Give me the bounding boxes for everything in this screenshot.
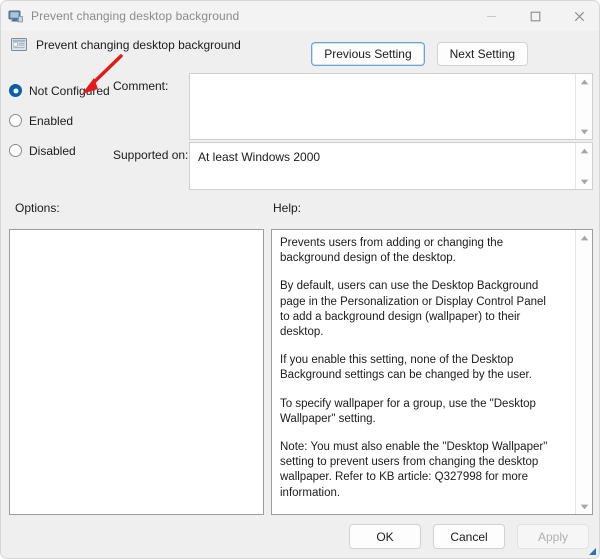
radio-label-enabled: Enabled: [29, 113, 74, 128]
supported-on-label: Supported on:: [113, 148, 189, 162]
help-paragraph: By default, users can use the Desktop Ba…: [280, 280, 546, 339]
policy-header: Prevent changing desktop background: [11, 37, 241, 53]
cancel-button[interactable]: Cancel: [433, 524, 505, 549]
supported-on-box[interactable]: At least Windows 2000: [189, 142, 593, 190]
group-policy-setting-dialog: Prevent changing desktop background Prev…: [0, 0, 600, 559]
ok-button[interactable]: OK: [349, 524, 421, 549]
supported-scrollbar[interactable]: [575, 143, 592, 189]
scroll-up-icon[interactable]: [576, 230, 593, 245]
scroll-up-icon[interactable]: [576, 74, 593, 89]
dialog-footer-buttons: OK Cancel Apply: [349, 524, 589, 549]
apply-button: Apply: [517, 524, 589, 549]
comment-textarea[interactable]: [189, 73, 593, 140]
supported-scroll-track[interactable]: [576, 158, 592, 174]
help-scroll-track[interactable]: [576, 245, 592, 499]
window-controls: [469, 1, 599, 31]
comment-scroll-track[interactable]: [576, 89, 592, 124]
help-paragraph: To specify wallpaper for a group, use th…: [280, 397, 536, 425]
help-panel: Prevents users from adding or changing t…: [271, 229, 593, 515]
radio-indicator-disabled[interactable]: [9, 144, 22, 157]
radio-label-not-configured: Not Configured: [29, 83, 110, 98]
help-scrollbar[interactable]: [575, 230, 592, 514]
policy-title: Prevent changing desktop background: [36, 38, 241, 52]
setting-navigation: Previous Setting Next Setting: [311, 42, 528, 66]
options-label: Options:: [15, 201, 60, 215]
scroll-down-icon[interactable]: [576, 174, 593, 189]
radio-option-enabled[interactable]: Enabled: [9, 110, 159, 131]
radio-label-disabled: Disabled: [29, 143, 76, 158]
policy-monitor-icon: [8, 8, 24, 24]
scroll-down-icon[interactable]: [576, 124, 593, 139]
close-button[interactable]: [557, 1, 599, 31]
window-title: Prevent changing desktop background: [31, 9, 240, 23]
help-paragraph: Also, see the "Allow only bitmapped wall…: [280, 514, 552, 515]
resize-grip[interactable]: [585, 544, 597, 556]
options-panel[interactable]: [9, 229, 264, 515]
help-label: Help:: [273, 201, 302, 215]
next-setting-button[interactable]: Next Setting: [436, 42, 528, 66]
scroll-up-icon[interactable]: [576, 143, 593, 158]
comment-label: Comment:: [113, 79, 169, 93]
scroll-down-icon[interactable]: [576, 499, 593, 514]
help-text: Prevents users from adding or changing t…: [272, 230, 560, 514]
previous-setting-button[interactable]: Previous Setting: [311, 42, 425, 66]
supported-on-value: At least Windows 2000: [198, 150, 321, 164]
policy-setting-icon: [11, 37, 28, 53]
maximize-button[interactable]: [513, 1, 557, 31]
help-paragraph: Note: You must also enable the "Desktop …: [280, 441, 548, 499]
minimize-button[interactable]: [469, 1, 513, 31]
title-bar[interactable]: Prevent changing desktop background: [1, 1, 599, 31]
help-paragraph: Prevents users from adding or changing t…: [280, 237, 504, 265]
radio-indicator-enabled[interactable]: [9, 114, 22, 127]
comment-scrollbar[interactable]: [575, 74, 592, 139]
radio-indicator-not-configured[interactable]: [9, 84, 22, 97]
help-paragraph: If you enable this setting, none of the …: [280, 354, 532, 382]
